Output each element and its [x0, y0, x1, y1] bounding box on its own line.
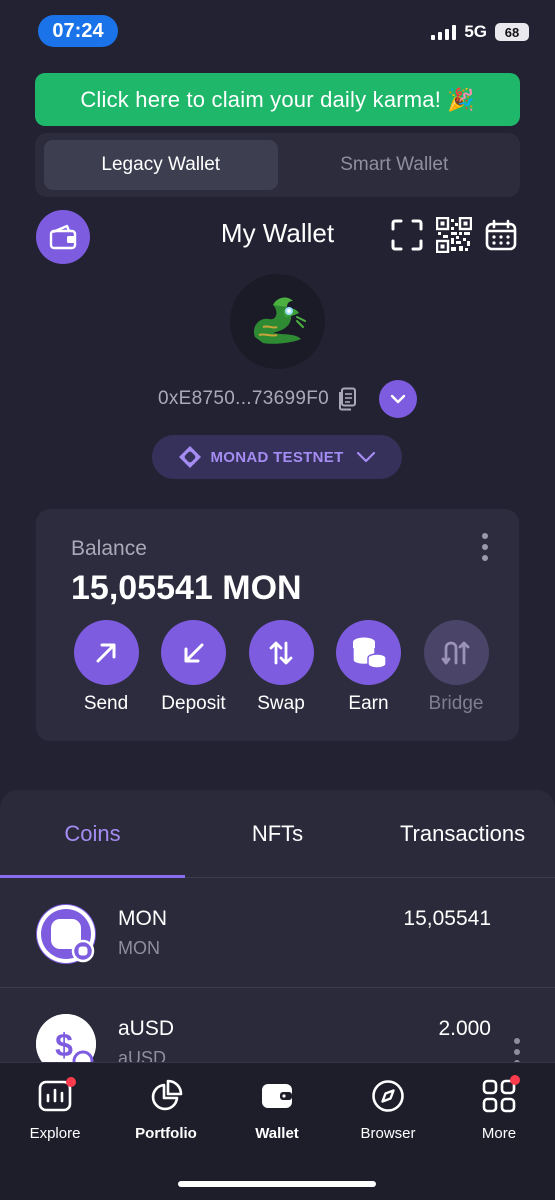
- scan-button[interactable]: [389, 217, 425, 253]
- balance-value: 15,05541 MON: [71, 569, 302, 607]
- nav-browser[interactable]: Browser: [343, 1077, 433, 1142]
- assets-tabs: Coins NFTs Transactions: [0, 790, 555, 878]
- avatar[interactable]: [230, 274, 325, 369]
- svg-text:$: $: [55, 1027, 73, 1063]
- party-popper-icon: 🎉: [447, 86, 475, 112]
- arrow-up-right-icon: [96, 643, 116, 662]
- dragon-avatar-icon: [253, 297, 306, 344]
- nav-label: Browser: [360, 1125, 416, 1142]
- wallet-address[interactable]: 0xE8750...73699F0: [158, 388, 329, 410]
- legacy-wallet-tab[interactable]: Legacy Wallet: [44, 140, 278, 190]
- nav-label: More: [481, 1125, 517, 1142]
- chevron-down-icon: [390, 394, 406, 404]
- pie-chart-icon: [151, 1079, 183, 1111]
- nav-wallet[interactable]: Wallet: [232, 1077, 322, 1142]
- tab-coins[interactable]: Coins: [0, 790, 185, 878]
- balance-menu-icon[interactable]: [479, 533, 491, 561]
- smart-wallet-tab[interactable]: Smart Wallet: [278, 140, 512, 190]
- chevron-down-icon: [356, 451, 375, 463]
- coin-row-mon[interactable]: MON MON 15,05541: [0, 890, 555, 988]
- balance-actions: Send Deposit Swap Earn Bridge: [66, 620, 496, 715]
- nav-label: Explore: [29, 1125, 81, 1142]
- battery-icon: 68: [495, 23, 529, 41]
- signal-icon: [431, 24, 457, 40]
- swap-label: Swap: [257, 693, 305, 714]
- scan-icon: [391, 219, 423, 251]
- deposit-label: Deposit: [161, 693, 226, 714]
- send-label: Send: [83, 693, 129, 714]
- swap-arrows-icon: [269, 641, 293, 664]
- home-indicator[interactable]: [178, 1181, 376, 1187]
- wallet-icon: [262, 1084, 292, 1108]
- tab-transactions[interactable]: Transactions: [370, 790, 555, 877]
- nav-portfolio[interactable]: Portfolio: [121, 1077, 211, 1142]
- nav-explore[interactable]: Explore: [10, 1077, 100, 1142]
- calendar-button[interactable]: [483, 217, 519, 253]
- bottom-tab-bar: Explore Portfolio Wallet Browser More: [0, 1062, 555, 1200]
- balance-label: Balance: [71, 537, 147, 560]
- deposit-button[interactable]: Deposit: [154, 620, 234, 715]
- status-time: 07:24: [38, 15, 118, 47]
- coin-name: MON: [118, 907, 167, 930]
- karma-banner-text: Click here to claim your daily karma!: [80, 86, 442, 112]
- address-row: 0xE8750...73699F0: [0, 380, 555, 418]
- qr-code-icon: [436, 217, 472, 253]
- nav-label: Portfolio: [135, 1125, 197, 1142]
- swap-button[interactable]: Swap: [241, 620, 321, 715]
- nav-more[interactable]: More: [454, 1075, 544, 1142]
- copy-icon[interactable]: [337, 387, 357, 411]
- bridge-label: Bridge: [428, 693, 484, 714]
- row-divider: [0, 987, 555, 988]
- account-dropdown-button[interactable]: [378, 380, 417, 418]
- bridge-button[interactable]: Bridge: [416, 620, 496, 715]
- notification-badge: [66, 1077, 76, 1087]
- qr-code-button[interactable]: [436, 217, 472, 253]
- network-type: 5G: [464, 22, 487, 41]
- network-name: MONAD TESTNET: [210, 448, 344, 466]
- coin-name: aUSD: [118, 1017, 175, 1040]
- wallet-type-toggle: Legacy Wallet Smart Wallet: [35, 133, 520, 197]
- karma-banner[interactable]: Click here to claim your daily karma! 🎉: [35, 73, 520, 126]
- arrow-down-left-icon: [184, 643, 203, 662]
- notification-badge: [510, 1075, 520, 1085]
- bridge-arrows-icon: [441, 641, 470, 664]
- mon-token-logo: [36, 904, 96, 964]
- nav-label: Wallet: [255, 1125, 299, 1142]
- earn-button[interactable]: Earn: [329, 620, 409, 715]
- compass-icon: [372, 1080, 404, 1112]
- monad-logo-icon: [179, 446, 202, 468]
- tab-nfts[interactable]: NFTs: [185, 790, 370, 877]
- coins-stack-icon: [351, 637, 387, 669]
- network-selector[interactable]: MONAD TESTNET: [152, 435, 402, 479]
- earn-label: Earn: [348, 693, 389, 714]
- coin-amount: 2.000: [438, 1017, 491, 1040]
- coin-amount: 15,05541: [403, 907, 491, 930]
- send-button[interactable]: Send: [66, 620, 146, 715]
- calendar-icon: [485, 219, 517, 251]
- coin-symbol: MON: [118, 938, 160, 958]
- grid-icon: [482, 1079, 516, 1113]
- balance-card: Balance 15,05541 MON Send Deposit Swap E…: [36, 509, 519, 741]
- status-indicators: 5G 68: [431, 22, 529, 42]
